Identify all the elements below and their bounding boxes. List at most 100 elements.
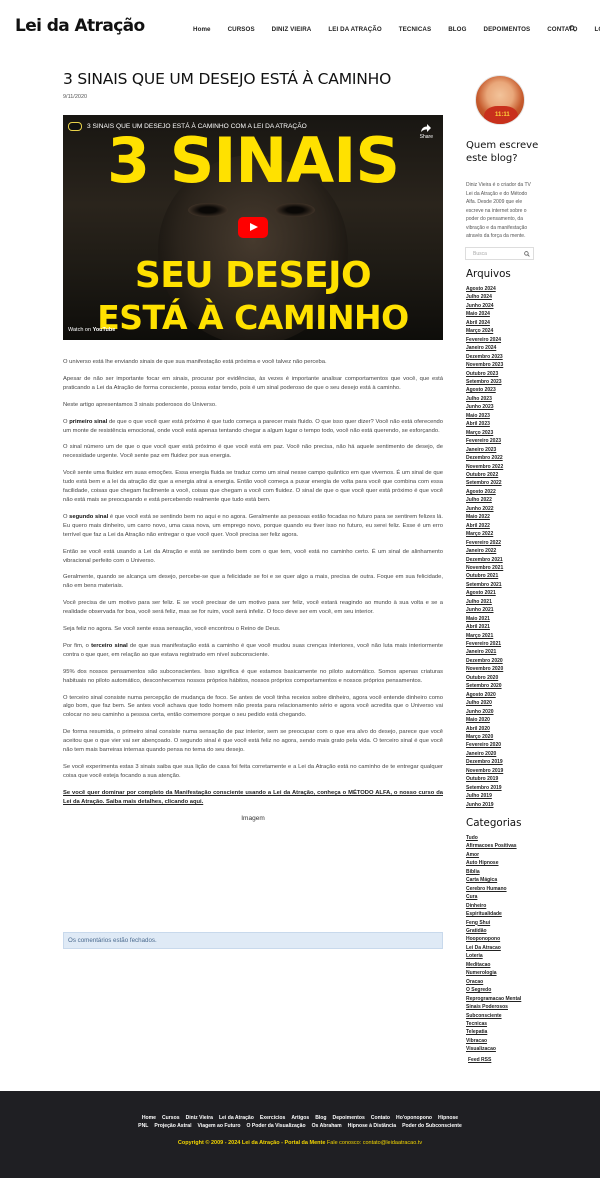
archive-link[interactable]: Abril 2023	[466, 420, 536, 428]
archive-link[interactable]: Março 2021	[466, 632, 536, 640]
category-link[interactable]: Cerebro Humano	[466, 885, 536, 893]
footer-link[interactable]: Poder do Subconsciente	[402, 1123, 462, 1129]
archive-link[interactable]: Maio 2021	[466, 615, 536, 623]
category-link[interactable]: Reprogramacao Mental	[466, 995, 536, 1003]
sidebar-search-input[interactable]: Busca	[465, 247, 534, 260]
category-link[interactable]: Hooponopono	[466, 935, 536, 943]
archive-link[interactable]: Fevereiro 2024	[466, 336, 536, 344]
category-link[interactable]: Numerologia	[466, 969, 536, 977]
category-link[interactable]: Tudo	[466, 834, 536, 842]
archive-link[interactable]: Janeiro 2020	[466, 750, 536, 758]
archive-link[interactable]: Dezembro 2022	[466, 454, 536, 462]
archive-link[interactable]: Junho 2020	[466, 708, 536, 716]
archive-link[interactable]: Outubro 2022	[466, 471, 536, 479]
nav-item[interactable]: LOGIN	[595, 26, 600, 33]
archive-link[interactable]: Junho 2019	[466, 801, 536, 809]
archive-link[interactable]: Junho 2024	[466, 302, 536, 310]
archive-link[interactable]: Julho 2022	[466, 496, 536, 504]
category-link[interactable]: Visualizacao	[466, 1045, 536, 1053]
archive-link[interactable]: Outubro 2020	[466, 674, 536, 682]
footer-link[interactable]: Cursos	[162, 1115, 180, 1121]
footer-link[interactable]: Artigos	[291, 1115, 309, 1121]
footer-link[interactable]: Os Abraham	[312, 1123, 342, 1129]
archive-link[interactable]: Fevereiro 2020	[466, 741, 536, 749]
watch-on-youtube-link[interactable]: Watch on YouTube	[68, 327, 115, 333]
archive-link[interactable]: Maio 2024	[466, 310, 536, 318]
category-link[interactable]: Afirmacoes Positivas	[466, 842, 536, 850]
archive-link[interactable]: Setembro 2020	[466, 682, 536, 690]
category-link[interactable]: Oracao	[466, 978, 536, 986]
archive-link[interactable]: Julho 2021	[466, 598, 536, 606]
archive-link[interactable]: Maio 2022	[466, 513, 536, 521]
category-link[interactable]: Tecnicas	[466, 1020, 536, 1028]
footer-link[interactable]: Hipnose	[438, 1115, 458, 1121]
archive-link[interactable]: Janeiro 2021	[466, 648, 536, 656]
footer-link[interactable]: Depoimentos	[333, 1115, 365, 1121]
nav-item[interactable]: Home	[193, 26, 211, 33]
archive-link[interactable]: Setembro 2023	[466, 378, 536, 386]
footer-link[interactable]: Lei da Atração	[219, 1115, 254, 1121]
category-link[interactable]: Telepatia	[466, 1028, 536, 1036]
archive-link[interactable]: Junho 2022	[466, 505, 536, 513]
archive-link[interactable]: Março 2020	[466, 733, 536, 741]
footer-link[interactable]: Viagem ao Futuro	[198, 1123, 241, 1129]
archive-link[interactable]: Dezembro 2020	[466, 657, 536, 665]
nav-item[interactable]: LEI DA ATRAÇÃO	[328, 26, 381, 33]
archive-link[interactable]: Novembro 2021	[466, 564, 536, 572]
category-link[interactable]: Espiritualidade	[466, 910, 536, 918]
archive-link[interactable]: Março 2022	[466, 530, 536, 538]
search-icon[interactable]	[524, 251, 530, 257]
archive-link[interactable]: Dezembro 2019	[466, 758, 536, 766]
archive-link[interactable]: Agosto 2020	[466, 691, 536, 699]
footer-link[interactable]: Hipnose à Distância	[348, 1123, 396, 1129]
archive-link[interactable]: Novembro 2023	[466, 361, 536, 369]
category-link[interactable]: Gratidão	[466, 927, 536, 935]
category-link[interactable]: Sinais Poderosos	[466, 1003, 536, 1011]
archive-link[interactable]: Junho 2021	[466, 606, 536, 614]
category-link[interactable]: Auto Hipnose	[466, 859, 536, 867]
nav-item[interactable]: TECNICAS	[399, 26, 431, 33]
category-link[interactable]: Bíblia	[466, 868, 536, 876]
archive-link[interactable]: Dezembro 2021	[466, 556, 536, 564]
category-link[interactable]: Dinheiro	[466, 902, 536, 910]
footer-link[interactable]: Ho'oponopono	[396, 1115, 432, 1121]
category-link[interactable]: Lei Da Atracao	[466, 944, 536, 952]
cta-link[interactable]: Se você quer dominar por completo da Man…	[63, 789, 443, 807]
footer-link[interactable]: Diniz Vieira	[186, 1115, 213, 1121]
archive-link[interactable]: Março 2024	[466, 327, 536, 335]
nav-item[interactable]: DEPOIMENTOS	[484, 26, 531, 33]
archive-link[interactable]: Janeiro 2024	[466, 344, 536, 352]
archive-link[interactable]: Maio 2020	[466, 716, 536, 724]
category-link[interactable]: Vibracao	[466, 1037, 536, 1045]
category-link[interactable]: Feng Shui	[466, 919, 536, 927]
archive-link[interactable]: Setembro 2021	[466, 581, 536, 589]
footer-link[interactable]: O Poder da Visualização	[246, 1123, 305, 1129]
archive-link[interactable]: Julho 2020	[466, 699, 536, 707]
archive-link[interactable]: Julho 2023	[466, 395, 536, 403]
category-link[interactable]: Subconsciente	[466, 1012, 536, 1020]
feed-rss-link[interactable]: Feed RSS	[468, 1057, 491, 1063]
archive-link[interactable]: Setembro 2019	[466, 784, 536, 792]
archive-link[interactable]: Setembro 2022	[466, 479, 536, 487]
archive-link[interactable]: Outubro 2023	[466, 370, 536, 378]
search-icon[interactable]	[569, 25, 576, 32]
footer-link[interactable]: Exercícios	[260, 1115, 286, 1121]
footer-link[interactable]: Projeção Astral	[154, 1123, 191, 1129]
archive-link[interactable]: Junho 2023	[466, 403, 536, 411]
archive-link[interactable]: Outubro 2019	[466, 775, 536, 783]
footer-link[interactable]: PNL	[138, 1123, 148, 1129]
nav-item[interactable]: BLOG	[448, 26, 466, 33]
nav-item[interactable]: CURSOS	[228, 26, 255, 33]
site-logo[interactable]: Lei da Atração	[15, 16, 145, 36]
category-link[interactable]: Amor	[466, 851, 536, 859]
archive-link[interactable]: Abril 2022	[466, 522, 536, 530]
contact-link[interactable]: Fale conosco: contato@leidaatracao.tv	[325, 1140, 422, 1146]
archive-link[interactable]: Agosto 2021	[466, 589, 536, 597]
archive-link[interactable]: Fevereiro 2021	[466, 640, 536, 648]
archive-link[interactable]: Abril 2021	[466, 623, 536, 631]
archive-link[interactable]: Abril 2024	[466, 319, 536, 327]
archive-link[interactable]: Novembro 2020	[466, 665, 536, 673]
category-link[interactable]: Loteria	[466, 952, 536, 960]
archive-link[interactable]: Agosto 2023	[466, 386, 536, 394]
youtube-video-embed[interactable]: 3 SINAIS QUE UM DESEJO ESTÁ À CAMINHO CO…	[63, 115, 443, 340]
